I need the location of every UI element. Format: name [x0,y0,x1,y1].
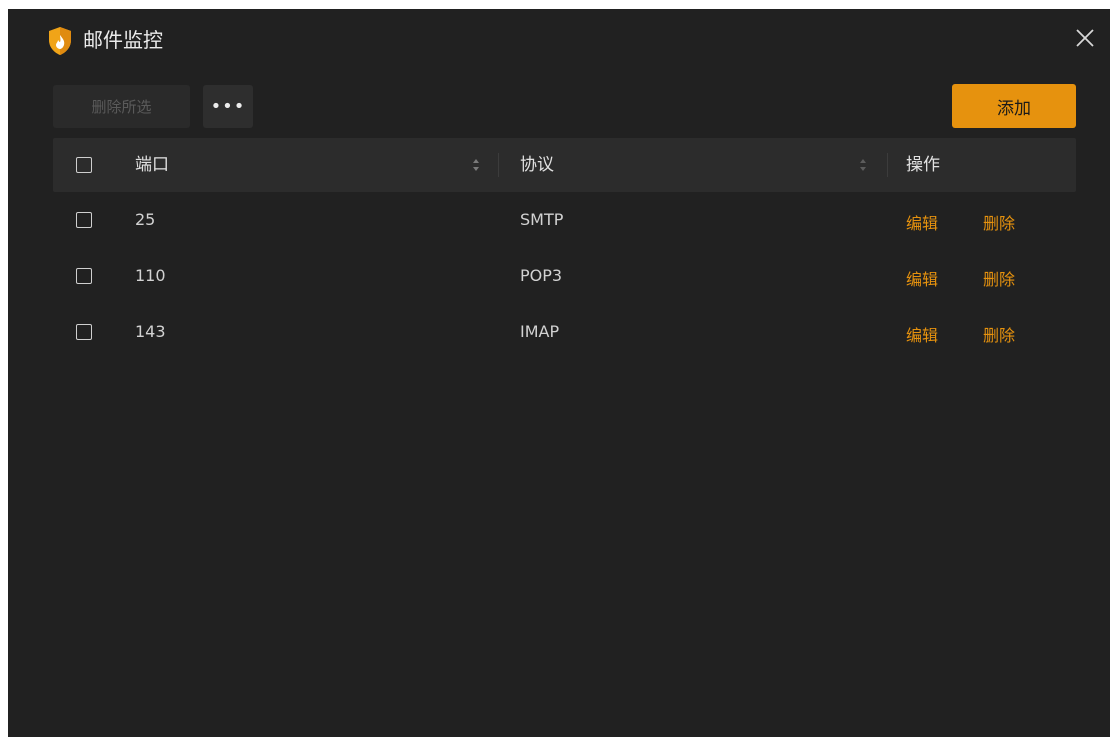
column-header-actions: 操作 [906,155,940,175]
close-icon[interactable] [1072,25,1098,51]
cell-protocol: SMTP [520,210,564,229]
cell-port: 110 [135,266,166,285]
delete-link[interactable]: 删除 [983,322,1015,346]
table-row: 110 POP3 编辑 删除 [53,248,1076,304]
column-divider [887,153,888,177]
delete-link[interactable]: 删除 [983,210,1015,234]
toolbar: 删除所选 ••• 添加 [53,84,1076,128]
sort-port-icon[interactable] [471,156,481,174]
cell-port: 143 [135,322,166,341]
add-button[interactable]: 添加 [952,84,1076,128]
cell-protocol: POP3 [520,266,563,285]
more-dots-icon: ••• [210,96,246,117]
cell-protocol: IMAP [520,322,560,341]
cell-port: 25 [135,210,156,229]
column-header-port: 端口 [135,155,169,175]
select-all-checkbox[interactable] [76,157,92,173]
table-row: 143 IMAP 编辑 删除 [53,304,1076,360]
column-divider [498,153,499,177]
row-checkbox[interactable] [76,324,92,340]
delete-selected-button[interactable]: 删除所选 [53,85,190,128]
table-header: 端口 协议 操作 [53,138,1076,192]
table-row: 25 SMTP 编辑 删除 [53,192,1076,248]
shield-flame-icon [47,26,73,56]
edit-link[interactable]: 编辑 [906,210,938,234]
row-checkbox[interactable] [76,212,92,228]
edit-link[interactable]: 编辑 [906,322,938,346]
title-bar: 邮件监控 [8,9,1110,71]
mail-monitor-dialog: 邮件监控 删除所选 ••• 添加 端口 协议 操作 25 SMTP 编辑 删除 … [8,9,1110,737]
column-header-protocol: 协议 [520,155,554,175]
edit-link[interactable]: 编辑 [906,266,938,290]
window-title: 邮件监控 [83,28,163,52]
more-options-button[interactable]: ••• [203,85,253,128]
sort-protocol-icon[interactable] [858,156,868,174]
port-table: 端口 协议 操作 25 SMTP 编辑 删除 110 POP3 编辑 删除 14… [53,138,1076,360]
row-checkbox[interactable] [76,268,92,284]
delete-link[interactable]: 删除 [983,266,1015,290]
